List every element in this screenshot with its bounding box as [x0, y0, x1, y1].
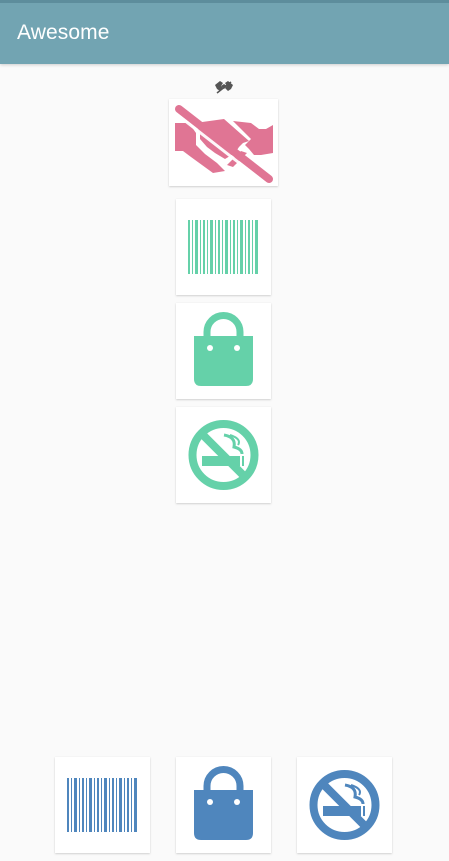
app-bar: Awesome: [0, 0, 449, 64]
featured-icon-card[interactable]: [169, 99, 278, 186]
handshake-icon[interactable]: [214, 79, 234, 96]
no-smoking-card[interactable]: [176, 407, 271, 503]
barcode-icon: [67, 778, 137, 832]
bottom-barcode-card[interactable]: [55, 757, 150, 853]
barcode-card[interactable]: [176, 199, 271, 295]
bottom-shopping-bag-card[interactable]: [176, 757, 271, 853]
shopping-bag-icon: [194, 312, 253, 386]
barcode-icon: [188, 220, 258, 274]
shopping-bag-card[interactable]: [176, 303, 271, 399]
no-smoking-icon: [309, 770, 380, 840]
handshake-slash-icon: [173, 105, 273, 185]
app-title: Awesome: [17, 21, 110, 44]
no-smoking-icon: [188, 420, 259, 490]
status-strip: [0, 0, 449, 3]
bottom-no-smoking-card[interactable]: [297, 757, 392, 853]
shopping-bag-icon: [194, 766, 253, 840]
